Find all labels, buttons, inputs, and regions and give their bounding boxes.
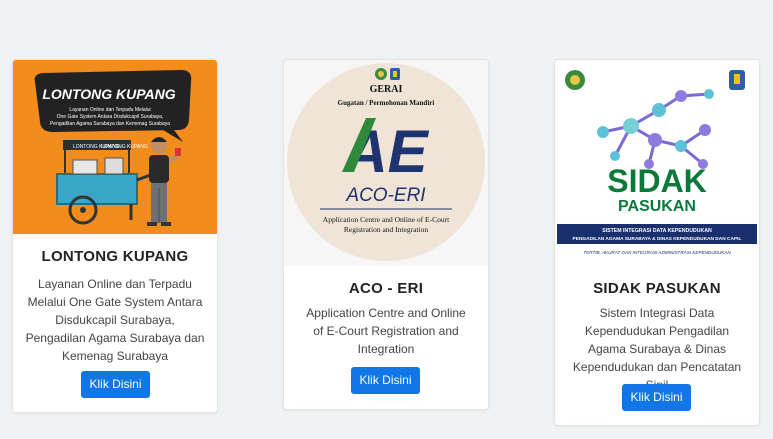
court-emblem-icon: [565, 70, 585, 90]
sidak-banner-line1: SISTEM INTEGRASI DATA KEPENDUDUKAN: [602, 228, 712, 234]
service-card-sidak-pasukan: SIDAK PASUKAN SISTEM INTEGRASI DATA KEPE…: [554, 59, 760, 426]
lontong-banner-title: LONTONG KUPANG: [42, 86, 175, 102]
lontong-banner-line3: Pengadilan Agama Surabaya dan Kemenag Su…: [50, 121, 170, 127]
city-emblem-icon: [390, 68, 400, 80]
klik-disini-button[interactable]: Klik Disini: [622, 384, 691, 411]
lontong-kupang-image: LONTONG KUPANG Layanan Online dan Terpad…: [13, 60, 217, 234]
klik-disini-button[interactable]: Klik Disini: [351, 367, 420, 394]
card-description: Application Centre and Online of E-Court…: [306, 306, 466, 356]
card-title: ACO - ERI: [348, 280, 424, 297]
klik-disini-button[interactable]: Klik Disini: [81, 371, 150, 398]
aco-eri-tagline-1: Application Centre and Online of E-Court: [323, 215, 450, 224]
card-title: LONTONG KUPANG: [41, 248, 189, 265]
aco-eri-image: GERAI Gugatan / Permohonan Mandiri AE AC…: [284, 60, 488, 266]
card-description: Layanan Online dan Terpadu Melalui One G…: [25, 277, 205, 363]
aco-eri-logo-name: ACO-ERI: [345, 185, 426, 206]
sidak-logo-line1: SIDAK: [607, 163, 707, 199]
sidak-pasukan-image: SIDAK PASUKAN SISTEM INTEGRASI DATA KEPE…: [555, 60, 759, 266]
gerai-brand: GERAI: [370, 84, 403, 95]
aco-eri-tagline-2: Registration and Integration: [344, 225, 428, 234]
gerai-subtitle: Gugatan / Permohonan Mandiri: [338, 99, 435, 107]
sidak-footer: TERTIB, AKURAT DAN INTEGRASI ADMINISTRAS…: [583, 250, 731, 255]
card-description: Sistem Integrasi Data Kependudukan Penga…: [572, 306, 742, 392]
city-emblem-icon: [729, 70, 745, 90]
lontong-banner-line2: One Gate System Antara Disdukcapil Surab…: [57, 114, 164, 120]
service-card-lontong-kupang: LONTONG KUPANG Layanan Online dan Terpad…: [12, 59, 218, 413]
lontong-banner-line1: Layanan Online dan Terpadu Melalui: [69, 107, 150, 113]
service-card-aco-eri: GERAI Gugatan / Permohonan Mandiri AE AC…: [283, 59, 489, 410]
card-title: SIDAK PASUKAN: [593, 280, 721, 297]
sidak-banner-line2: PENGADILAN AGAMA SURABAYA & DINAS KEPEND…: [573, 236, 742, 242]
court-emblem-icon: [375, 68, 387, 80]
cart-sign-right: LONTONG KUPANG: [101, 144, 148, 150]
sidak-logo-line2: PASUKAN: [618, 198, 696, 215]
